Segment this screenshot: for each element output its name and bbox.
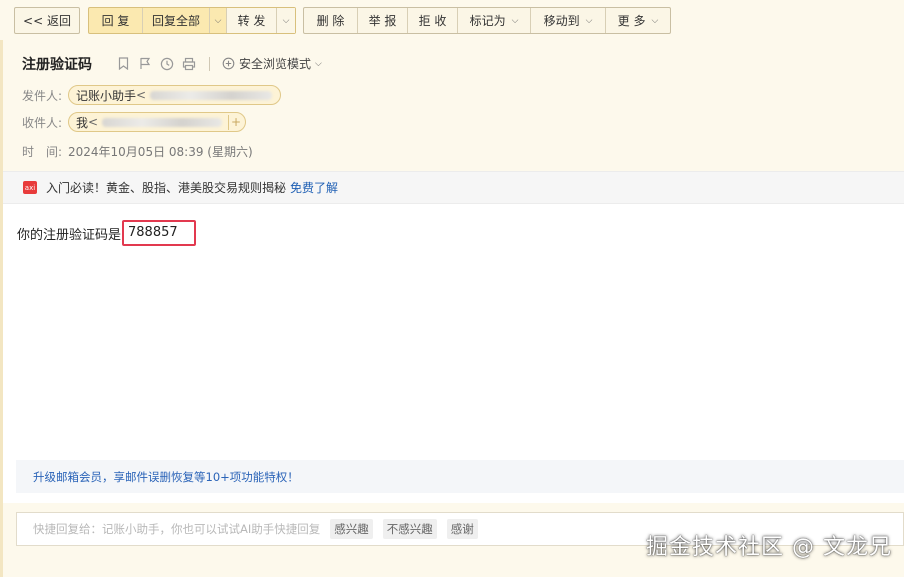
- chevron-down-icon: ⌵: [282, 15, 290, 26]
- from-label: 发件人:: [22, 88, 63, 103]
- action-button-group: 删 除 举 报 拒 收 标记为 ⌵ 移动到 ⌵ 更 多 ⌵: [303, 7, 671, 34]
- recipient-email-redacted: [102, 117, 223, 127]
- watermark: 掘金技术社区 @ 文龙兄: [646, 535, 892, 560]
- to-label: 收件人:: [22, 115, 63, 130]
- chevron-down-icon: ⌵: [315, 58, 322, 69]
- vip-upgrade-bar[interactable]: 升级邮箱会员，享邮件误删恢复等10+项功能特权！: [16, 460, 904, 493]
- sender-tag[interactable]: 记账小助手 <: [68, 85, 282, 105]
- verification-code: 788857: [122, 220, 196, 246]
- reply-all-button[interactable]: 回复全部: [143, 8, 210, 33]
- forward-button[interactable]: 转 发: [227, 8, 277, 33]
- divider: [209, 56, 210, 71]
- chevron-down-icon: ⌵: [651, 15, 659, 26]
- safe-mode-toggle[interactable]: 安全浏览模式 ⌵: [222, 55, 322, 72]
- quick-reply-placeholder: 快捷回复给：记账小助手，你也可以试试AI助手快捷回复: [33, 522, 321, 536]
- ad-logo-icon: axi: [23, 181, 37, 194]
- reply-button[interactable]: 回 复: [89, 8, 143, 33]
- flag-icon[interactable]: [137, 56, 153, 72]
- mail-header: 注册验证码 安全浏览模式 ⌵ 发件人: 记账小助手 < 收件人: 我 < + 时…: [3, 40, 904, 171]
- time-label: 时 间:: [22, 145, 63, 159]
- back-button[interactable]: << 返回: [14, 7, 80, 34]
- quick-reply-chip[interactable]: 感谢: [446, 519, 478, 539]
- recipient-bracket: <: [88, 115, 99, 129]
- report-button[interactable]: 举 报: [358, 8, 408, 33]
- recipient-tag[interactable]: 我 < +: [68, 112, 247, 132]
- quick-reply-chip[interactable]: 感兴趣: [330, 519, 373, 539]
- shield-plus-icon: [222, 57, 235, 70]
- chevron-down-icon: ⌵: [585, 15, 593, 26]
- move-to-button[interactable]: 移动到 ⌵: [531, 8, 606, 33]
- clock-icon[interactable]: [159, 56, 175, 72]
- mail-subject: 注册验证码: [22, 57, 92, 73]
- to-row: 收件人: 我 < +: [22, 112, 247, 132]
- mark-as-button[interactable]: 标记为 ⌵: [458, 8, 531, 33]
- vip-upgrade-text[interactable]: 升级邮箱会员，享邮件误删恢复等10+项功能特权！: [33, 469, 299, 485]
- sender-bracket: <: [136, 88, 147, 102]
- chevron-down-icon: ⌵: [214, 15, 222, 26]
- from-row: 发件人: 记账小助手 <: [22, 85, 282, 105]
- subject-icons: 安全浏览模式 ⌵: [115, 55, 322, 72]
- printer-icon[interactable]: [181, 56, 197, 72]
- promo-bar: axi 入门必读！黄金、股指、港美股交易规则揭秘 免费了解: [3, 171, 904, 204]
- forward-dropdown[interactable]: ⌵: [277, 8, 295, 33]
- reject-button[interactable]: 拒 收: [408, 8, 458, 33]
- more-label: 更 多: [617, 14, 646, 28]
- move-to-label: 移动到: [543, 14, 580, 28]
- add-contact-icon[interactable]: +: [228, 114, 243, 130]
- toolbar: << 返回 回 复 回复全部 ⌵ 转 发 ⌵ 删 除 举 报 拒 收 标记为 ⌵ …: [0, 0, 904, 40]
- time-value: 2024年10月05日 08:39 (星期六): [68, 145, 253, 159]
- safe-mode-label: 安全浏览模式: [239, 57, 312, 71]
- body-text: 你的注册验证码是: [17, 227, 122, 243]
- promo-link[interactable]: 免费了解: [290, 179, 338, 196]
- mark-as-label: 标记为: [469, 14, 506, 28]
- bookmark-icon[interactable]: [115, 56, 131, 72]
- reply-button-group: 回 复 回复全部 ⌵ 转 发 ⌵: [88, 7, 296, 34]
- promo-text[interactable]: 入门必读！黄金、股指、港美股交易规则揭秘: [46, 179, 286, 196]
- reply-all-dropdown[interactable]: ⌵: [210, 8, 227, 33]
- mail-body: 你的注册验证码是 788857: [17, 220, 196, 246]
- quick-reply-chip[interactable]: 不感兴趣: [382, 519, 437, 539]
- delete-button[interactable]: 删 除: [304, 8, 358, 33]
- sender-email-redacted: [150, 90, 273, 100]
- chevron-down-icon: ⌵: [511, 15, 519, 26]
- recipient-name: 我: [76, 115, 89, 130]
- sender-name: 记账小助手: [76, 88, 137, 103]
- more-button[interactable]: 更 多 ⌵: [606, 8, 670, 33]
- time-row: 时 间: 2024年10月05日 08:39 (星期六): [22, 143, 253, 160]
